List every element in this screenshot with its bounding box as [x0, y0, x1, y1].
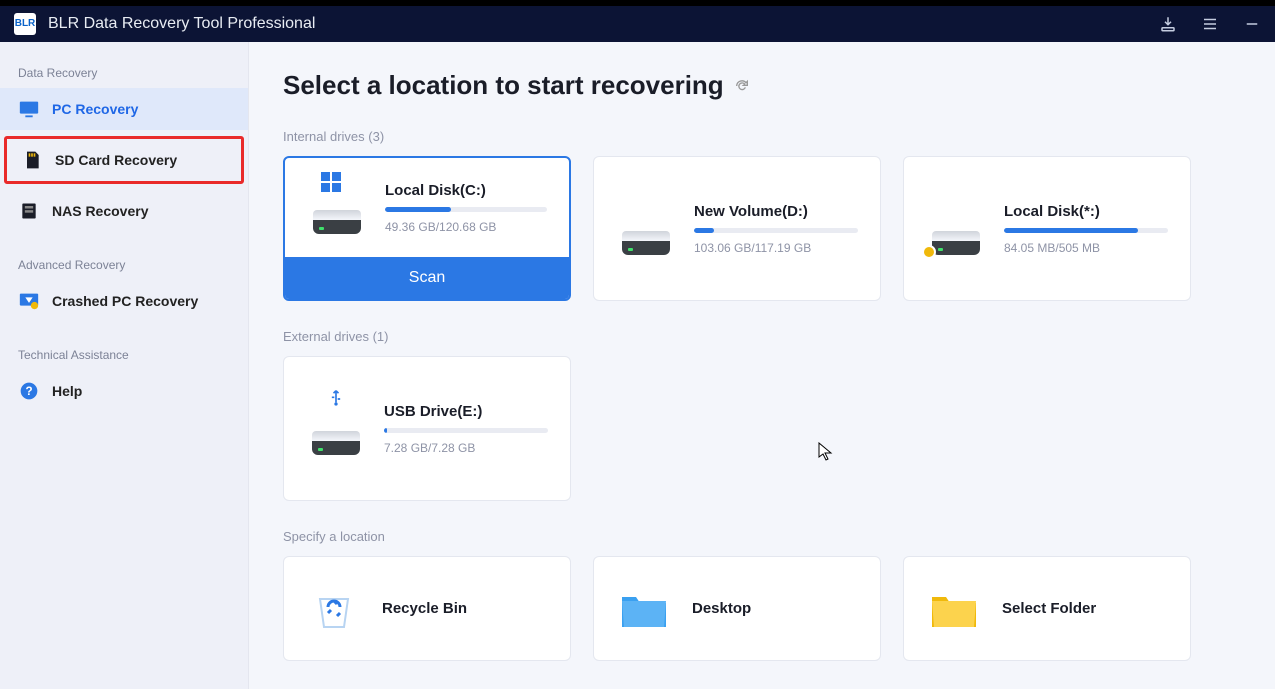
nas-icon: [18, 200, 40, 222]
scan-button[interactable]: Scan: [285, 257, 569, 299]
sidebar-section-data-recovery: Data Recovery: [0, 58, 248, 88]
select-folder-icon: [926, 581, 982, 637]
help-icon: ?: [18, 380, 40, 402]
minimize-icon[interactable]: [1243, 15, 1261, 33]
location-card[interactable]: Desktop: [593, 556, 881, 661]
recycle-icon: [306, 581, 362, 637]
sidebar: Data Recovery PC Recovery SD Card Recove…: [0, 42, 249, 689]
sidebar-item-label: SD Card Recovery: [55, 152, 177, 168]
page-title: Select a location to start recovering: [283, 70, 724, 101]
sidebar-section-advanced: Advanced Recovery: [0, 250, 248, 280]
sidebar-section-technical: Technical Assistance: [0, 340, 248, 370]
sidebar-item-sd-card-recovery[interactable]: SD Card Recovery: [4, 136, 244, 184]
location-card[interactable]: Select Folder: [903, 556, 1191, 661]
titlebar: BLR BLR Data Recovery Tool Professional: [0, 6, 1275, 42]
app-title: BLR Data Recovery Tool Professional: [48, 15, 1159, 33]
refresh-icon[interactable]: [734, 78, 750, 94]
drive-card[interactable]: Local Disk(*:) 84.05 MB/505 MB: [903, 156, 1191, 301]
menu-icon[interactable]: [1201, 15, 1219, 33]
sidebar-item-label: PC Recovery: [52, 101, 138, 117]
sidebar-item-help[interactable]: ? Help: [0, 370, 248, 412]
desktop-folder-icon: [616, 581, 672, 637]
monitor-icon: [18, 98, 40, 120]
app-logo: BLR: [14, 13, 36, 35]
main-content: Select a location to start recovering In…: [249, 42, 1275, 689]
sidebar-item-label: NAS Recovery: [52, 203, 149, 219]
sidebar-item-label: Help: [52, 383, 82, 399]
crashed-icon: [18, 290, 40, 312]
internal-drives-label: Internal drives (3): [283, 129, 1241, 144]
drive-size: 84.05 MB/505 MB: [1004, 241, 1168, 255]
drive-card[interactable]: USB Drive(E:) 7.28 GB/7.28 GB: [283, 356, 571, 501]
drive-size: 7.28 GB/7.28 GB: [384, 441, 548, 455]
drive-card[interactable]: Local Disk(C:) 49.36 GB/120.68 GB Scan: [283, 156, 571, 301]
specify-location-label: Specify a location: [283, 529, 1241, 544]
sdcard-icon: [21, 149, 43, 171]
drive-size: 49.36 GB/120.68 GB: [385, 220, 547, 234]
drive-name: Local Disk(C:): [385, 182, 547, 199]
update-icon[interactable]: [1159, 15, 1177, 33]
drive-name: Local Disk(*:): [1004, 203, 1168, 220]
location-name: Desktop: [692, 600, 751, 617]
drive-name: USB Drive(E:): [384, 403, 548, 420]
sidebar-item-pc-recovery[interactable]: PC Recovery: [0, 88, 248, 130]
drive-card[interactable]: New Volume(D:) 103.06 GB/117.19 GB: [593, 156, 881, 301]
external-drives-label: External drives (1): [283, 329, 1241, 344]
drive-size: 103.06 GB/117.19 GB: [694, 241, 858, 255]
sidebar-item-label: Crashed PC Recovery: [52, 293, 198, 309]
svg-text:?: ?: [25, 385, 32, 398]
drive-name: New Volume(D:): [694, 203, 858, 220]
sidebar-item-crashed-pc-recovery[interactable]: Crashed PC Recovery: [0, 280, 248, 322]
location-name: Recycle Bin: [382, 600, 467, 617]
sidebar-item-nas-recovery[interactable]: NAS Recovery: [0, 190, 248, 232]
location-card[interactable]: Recycle Bin: [283, 556, 571, 661]
location-name: Select Folder: [1002, 600, 1096, 617]
